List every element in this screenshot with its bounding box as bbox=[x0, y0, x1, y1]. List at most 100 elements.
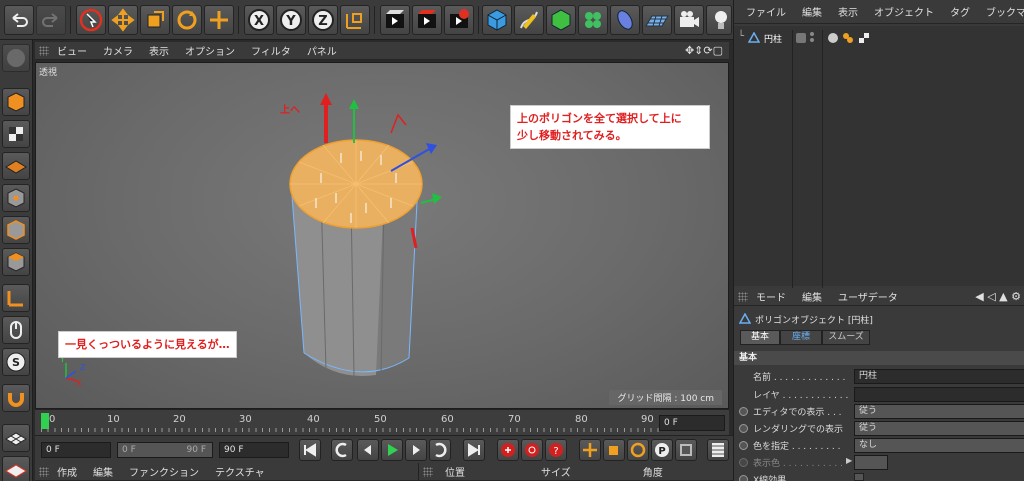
prev-frame-icon[interactable] bbox=[357, 439, 379, 461]
attr-color-mode-select[interactable]: なし bbox=[854, 438, 1024, 453]
scale-icon[interactable] bbox=[140, 5, 170, 35]
key-parameter-icon[interactable]: P bbox=[651, 439, 673, 461]
render-view-icon[interactable] bbox=[380, 5, 410, 35]
layer-icon[interactable] bbox=[796, 33, 806, 43]
menu-display[interactable]: 表示 bbox=[141, 43, 177, 58]
magnet-icon[interactable] bbox=[2, 384, 30, 412]
perspective-viewport[interactable]: 透視 上へ Y Z X 上のポリゴンを全て選択して上に 少し移動されてみる。 一… bbox=[35, 62, 729, 409]
tweak-mode-icon[interactable] bbox=[2, 316, 30, 344]
animate-dot-icon[interactable] bbox=[739, 475, 748, 481]
section-header-basic[interactable]: 基本 bbox=[734, 351, 1024, 365]
goto-end-icon[interactable] bbox=[463, 439, 485, 461]
am-menu-edit[interactable]: 編集 bbox=[794, 289, 830, 304]
menu-texture[interactable]: テクスチャ bbox=[207, 464, 273, 479]
autokey-icon[interactable] bbox=[521, 439, 543, 461]
deformer-icon[interactable] bbox=[610, 5, 640, 35]
menu-function[interactable]: ファンクション bbox=[121, 464, 207, 479]
menu-view[interactable]: ビュー bbox=[49, 43, 95, 58]
workplane-mode-icon[interactable] bbox=[2, 152, 30, 180]
points-mode-icon[interactable] bbox=[2, 184, 30, 212]
attribute-grip-icon[interactable] bbox=[738, 291, 748, 302]
move-icon[interactable] bbox=[108, 5, 138, 35]
attr-xray-checkbox[interactable] bbox=[854, 473, 864, 481]
start-frame-field[interactable]: 0 F bbox=[41, 442, 111, 458]
render-settings-icon[interactable] bbox=[444, 5, 474, 35]
current-frame-field[interactable]: 0 F bbox=[659, 415, 725, 431]
prev-key-icon[interactable] bbox=[331, 439, 353, 461]
timeline-ruler[interactable]: 0 10 20 30 40 50 60 70 80 90 0 F bbox=[35, 409, 729, 435]
edges-mode-icon[interactable] bbox=[2, 216, 30, 244]
model-mode-icon[interactable] bbox=[2, 88, 30, 116]
am-menu-mode[interactable]: モード bbox=[748, 289, 794, 304]
floor-scene-icon[interactable] bbox=[642, 5, 672, 35]
object-tags[interactable] bbox=[826, 31, 870, 45]
animate-dot-icon[interactable] bbox=[739, 458, 748, 467]
make-editable-icon[interactable] bbox=[2, 44, 30, 72]
om-menu-object[interactable]: オブジェクト bbox=[866, 4, 942, 19]
om-menu-view[interactable]: 表示 bbox=[830, 4, 866, 19]
om-menu-edit[interactable]: 編集 bbox=[794, 4, 830, 19]
live-select-icon[interactable] bbox=[76, 5, 106, 35]
pen-spline-icon[interactable] bbox=[514, 5, 544, 35]
menu-camera[interactable]: カメラ bbox=[95, 43, 141, 58]
object-list[interactable]: └ 円柱 bbox=[734, 26, 1024, 290]
om-menu-tag[interactable]: タグ bbox=[942, 4, 978, 19]
cube-primitive-icon[interactable] bbox=[482, 5, 512, 35]
axis-mode-icon[interactable] bbox=[2, 284, 30, 312]
tab-smooth[interactable]: スムーズ bbox=[822, 330, 870, 345]
render-picture-viewer-icon[interactable] bbox=[412, 5, 442, 35]
attr-display-color-swatch[interactable] bbox=[854, 455, 888, 470]
object-row-cylinder[interactable]: └ 円柱 bbox=[734, 30, 1024, 290]
visibility-render-dot[interactable] bbox=[810, 38, 814, 42]
play-icon[interactable] bbox=[381, 439, 403, 461]
key-position-icon[interactable] bbox=[579, 439, 601, 461]
animate-dot-icon[interactable] bbox=[739, 441, 748, 450]
tab-coordinates[interactable]: 座標 bbox=[780, 330, 822, 345]
preview-range-field[interactable]: 0 F 90 F bbox=[117, 442, 213, 458]
next-key-icon[interactable] bbox=[429, 439, 451, 461]
menu-filter[interactable]: フィルタ bbox=[243, 43, 299, 58]
om-menu-file[interactable]: ファイル bbox=[738, 4, 794, 19]
visibility-editor-dot[interactable] bbox=[810, 32, 814, 36]
animate-dot-icon[interactable] bbox=[739, 407, 748, 416]
menu-create[interactable]: 作成 bbox=[49, 464, 85, 479]
redo-icon[interactable] bbox=[36, 5, 66, 35]
undo-icon[interactable] bbox=[4, 5, 34, 35]
coord-grip-icon[interactable] bbox=[423, 466, 433, 477]
attr-editor-visibility-select[interactable]: 従う bbox=[854, 404, 1024, 419]
tab-basic[interactable]: 基本 bbox=[740, 330, 780, 345]
viewport-nav-icons[interactable]: ✥⇕⟳▢ bbox=[677, 44, 729, 57]
expand-arrow-icon[interactable]: ▶ bbox=[846, 456, 852, 465]
menu-options[interactable]: オプション bbox=[177, 43, 243, 58]
rotate-icon[interactable] bbox=[172, 5, 202, 35]
timeline-window-icon[interactable] bbox=[707, 439, 729, 461]
menu-panel[interactable]: パネル bbox=[299, 43, 345, 58]
panel-grip-icon[interactable] bbox=[39, 45, 49, 56]
am-menu-userdata[interactable]: ユーザデータ bbox=[830, 289, 906, 304]
attr-render-visibility-select[interactable]: 従う bbox=[854, 421, 1024, 436]
recent-tool-icon[interactable] bbox=[204, 5, 234, 35]
camera-icon[interactable] bbox=[674, 5, 704, 35]
timeline-playhead[interactable] bbox=[41, 413, 49, 429]
am-nav-icons[interactable]: ◀ ◁ ▲ ⚙ bbox=[967, 290, 1024, 303]
animate-dot-icon[interactable] bbox=[739, 424, 748, 433]
snap-icon[interactable]: S bbox=[2, 348, 30, 376]
cloner-icon[interactable] bbox=[578, 5, 608, 35]
z-axis-lock-icon[interactable]: Z bbox=[308, 5, 338, 35]
menu-edit[interactable]: 編集 bbox=[85, 464, 121, 479]
x-axis-lock-icon[interactable]: X bbox=[244, 5, 274, 35]
polygons-mode-icon[interactable] bbox=[2, 248, 30, 276]
keyframe-selection-icon[interactable]: ? bbox=[545, 439, 567, 461]
y-axis-lock-icon[interactable]: Y bbox=[276, 5, 306, 35]
record-key-icon[interactable] bbox=[497, 439, 519, 461]
key-scale-icon[interactable] bbox=[603, 439, 625, 461]
key-rotation-icon[interactable] bbox=[627, 439, 649, 461]
texture-mode-icon[interactable] bbox=[2, 120, 30, 148]
subdivision-surface-icon[interactable] bbox=[546, 5, 576, 35]
workplane-grid-icon[interactable] bbox=[2, 424, 30, 452]
attr-name-input[interactable]: 円柱 bbox=[854, 369, 1024, 384]
key-pla-icon[interactable] bbox=[675, 439, 697, 461]
end-frame-field[interactable]: 90 F bbox=[219, 442, 289, 458]
next-frame-icon[interactable] bbox=[405, 439, 427, 461]
attr-layer-field[interactable] bbox=[854, 387, 1024, 402]
